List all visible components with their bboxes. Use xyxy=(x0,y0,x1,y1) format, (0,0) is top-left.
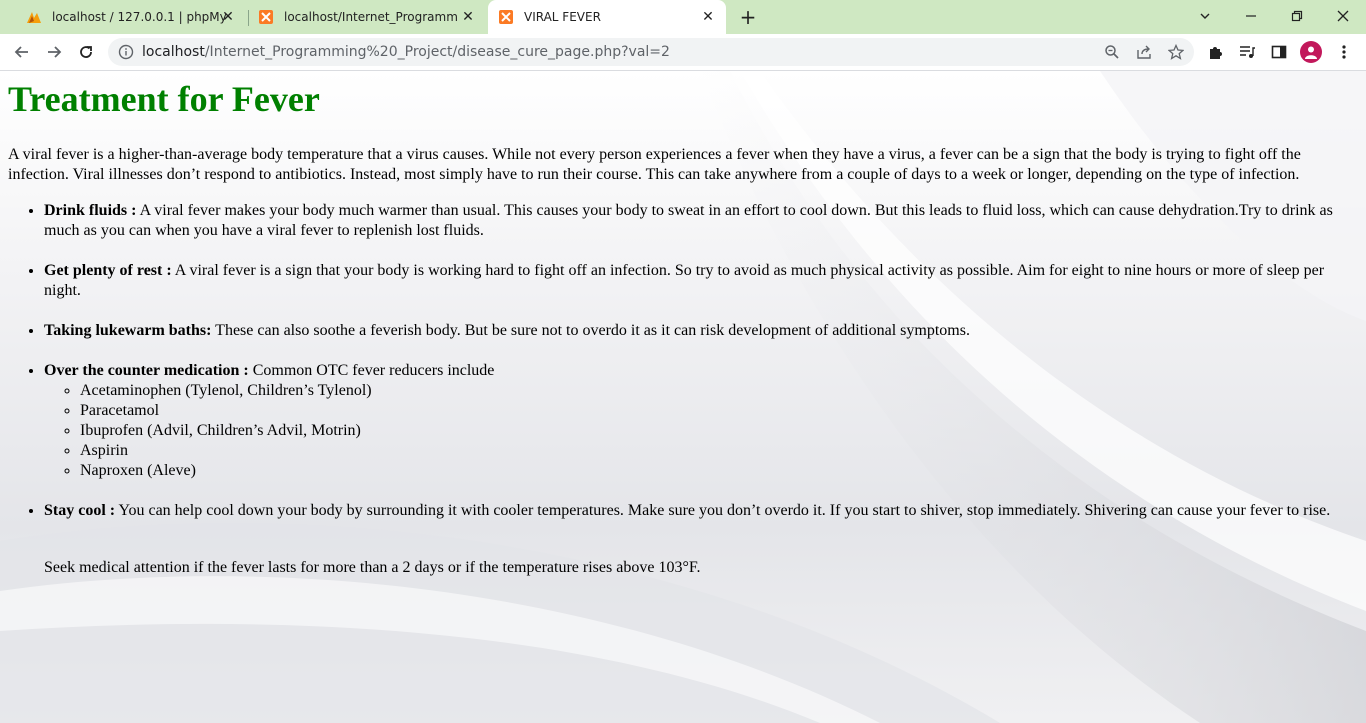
tab-close-icon[interactable]: ✕ xyxy=(460,9,476,25)
profile-avatar-icon[interactable] xyxy=(1300,41,1322,63)
url-text: localhost/Internet_Programming%20_Projec… xyxy=(142,44,670,60)
zoom-icon[interactable] xyxy=(1102,42,1122,62)
treatment-title: Taking lukewarm baths: xyxy=(44,322,212,339)
medication-item: Naproxen (Aleve) xyxy=(80,461,1358,481)
tab-phpmyadmin[interactable]: localhost / 127.0.0.1 | phpMyAdmin ✕ xyxy=(8,0,246,34)
media-queue-icon[interactable] xyxy=(1237,42,1257,62)
medication-list: Acetaminophen (Tylenol, Children’s Tylen… xyxy=(44,381,1358,481)
minimize-icon[interactable] xyxy=(1237,4,1265,28)
treatment-text: A viral fever makes your body much warme… xyxy=(44,202,1333,239)
reload-icon[interactable] xyxy=(74,40,98,64)
new-tab-button[interactable]: + xyxy=(736,6,760,30)
treatment-text: Common OTC fever reducers include xyxy=(248,362,495,379)
treatment-title: Get plenty of rest : xyxy=(44,262,172,279)
treatment-text: These can also soothe a feverish body. B… xyxy=(211,322,970,339)
menu-icon[interactable] xyxy=(1334,42,1354,62)
list-item: Taking lukewarm baths: These can also so… xyxy=(44,321,1358,341)
tab-strip: localhost / 127.0.0.1 | phpMyAdmin ✕ loc… xyxy=(0,0,1366,34)
tab-viral-fever[interactable]: VIRAL FEVER ✕ xyxy=(488,0,726,34)
list-item: Over the counter medication : Common OTC… xyxy=(44,361,1358,481)
url-path: /Internet_Programming%20_Project/disease… xyxy=(204,44,670,60)
forward-icon[interactable] xyxy=(42,40,66,64)
medication-item: Aspirin xyxy=(80,441,1358,461)
list-item: Get plenty of rest : A viral fever is a … xyxy=(44,261,1358,301)
intro-paragraph: A viral fever is a higher-than-average b… xyxy=(8,146,1301,183)
tab-close-icon[interactable]: ✕ xyxy=(700,9,716,25)
page-content: Treatment for Fever A viral fever is a h… xyxy=(0,79,1366,578)
phpmyadmin-icon xyxy=(26,9,42,25)
tab-internet-programming[interactable]: localhost/Internet_Programming_Project ✕ xyxy=(240,0,486,34)
web-page: Treatment for Fever A viral fever is a h… xyxy=(0,71,1366,723)
treatment-title: Drink fluids : xyxy=(44,202,137,219)
list-item: Stay cool : You can help cool down your … xyxy=(44,501,1358,521)
url-host: localhost xyxy=(142,44,205,60)
bookmark-star-icon[interactable] xyxy=(1166,42,1186,62)
xampp-icon xyxy=(498,9,514,25)
close-icon[interactable] xyxy=(1329,4,1357,28)
tab-title: VIRAL FEVER xyxy=(524,10,601,24)
browser-toolbar: localhost/Internet_Programming%20_Projec… xyxy=(0,34,1366,71)
tab-title: localhost/Internet_Programming_Project xyxy=(284,10,458,24)
medication-item: Acetaminophen (Tylenol, Children’s Tylen… xyxy=(80,381,1358,401)
treatment-text: A viral fever is a sign that your body i… xyxy=(44,262,1325,299)
back-icon[interactable] xyxy=(10,40,34,64)
tab-title: localhost / 127.0.0.1 | phpMyAdmin xyxy=(52,10,226,24)
address-bar[interactable]: localhost/Internet_Programming%20_Projec… xyxy=(108,38,1194,66)
treatment-title: Over the counter medication : xyxy=(44,362,249,379)
chevron-down-icon[interactable] xyxy=(1191,4,1219,28)
list-item: Drink fluids : A viral fever makes your … xyxy=(44,201,1358,241)
medication-item: Ibuprofen (Advil, Children’s Advil, Motr… xyxy=(80,421,1358,441)
side-panel-icon[interactable] xyxy=(1269,42,1289,62)
treatment-text: You can help cool down your body by surr… xyxy=(115,502,1331,519)
medical-advice-note: Seek medical attention if the fever last… xyxy=(44,559,701,576)
extensions-icon[interactable] xyxy=(1206,42,1226,62)
share-icon[interactable] xyxy=(1134,42,1154,62)
treatment-title: Stay cool : xyxy=(44,502,116,519)
xampp-icon xyxy=(258,9,274,25)
page-title: Treatment for Fever xyxy=(8,79,320,119)
medication-item: Paracetamol xyxy=(80,401,1358,421)
treatment-list: Drink fluids : A viral fever makes your … xyxy=(8,201,1358,521)
site-info-icon[interactable] xyxy=(118,44,134,60)
tab-close-icon[interactable]: ✕ xyxy=(220,9,236,25)
restore-icon[interactable] xyxy=(1283,4,1311,28)
